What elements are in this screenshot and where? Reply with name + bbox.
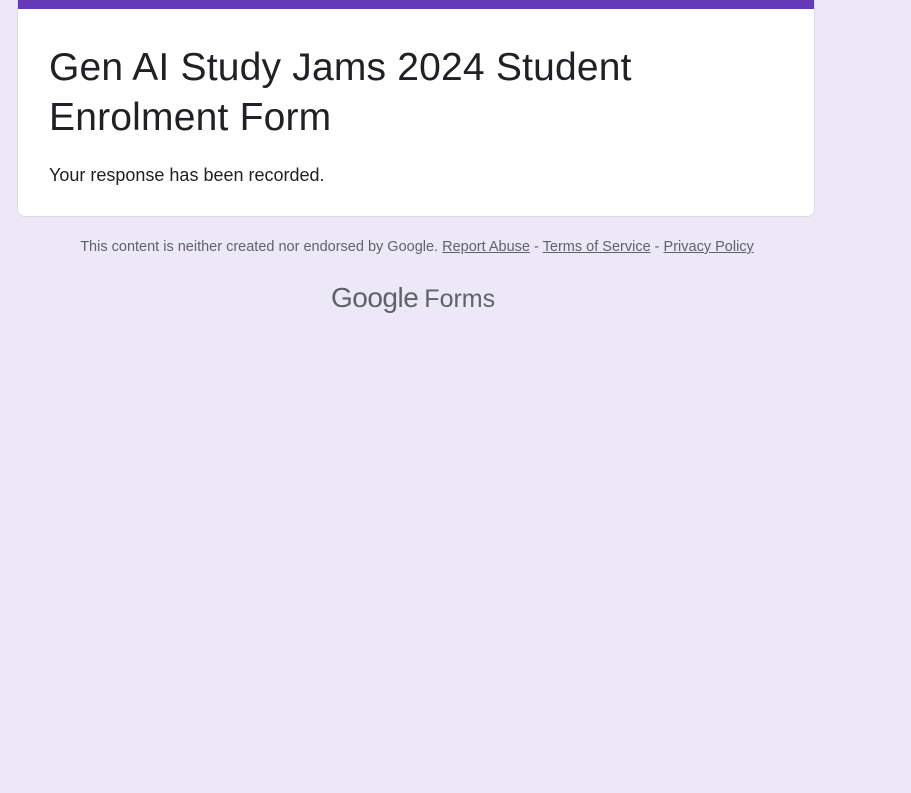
- form-card: Gen AI Study Jams 2024 Student Enrolment…: [17, 0, 815, 217]
- privacy-policy-link[interactable]: Privacy Policy: [664, 239, 754, 255]
- terms-of-service-link[interactable]: Terms of Service: [543, 239, 651, 255]
- confirmation-message: Your response has been recorded.: [49, 165, 325, 185]
- form-accent-bar: [18, 0, 814, 9]
- footer-separator: -: [654, 239, 660, 255]
- footer-disclaimer: This content is neither created nor endo…: [80, 239, 439, 255]
- footer: This content is neither created nor endo…: [17, 236, 817, 258]
- footer-separator: -: [534, 239, 539, 255]
- forms-wordmark: Forms: [424, 285, 496, 313]
- form-title: Gen AI Study Jams 2024 Student Enrolment…: [49, 46, 632, 139]
- report-abuse-link[interactable]: Report Abuse: [442, 239, 530, 255]
- google-wordmark: Google: [331, 282, 419, 313]
- google-forms-logo[interactable]: Google Forms: [331, 282, 495, 318]
